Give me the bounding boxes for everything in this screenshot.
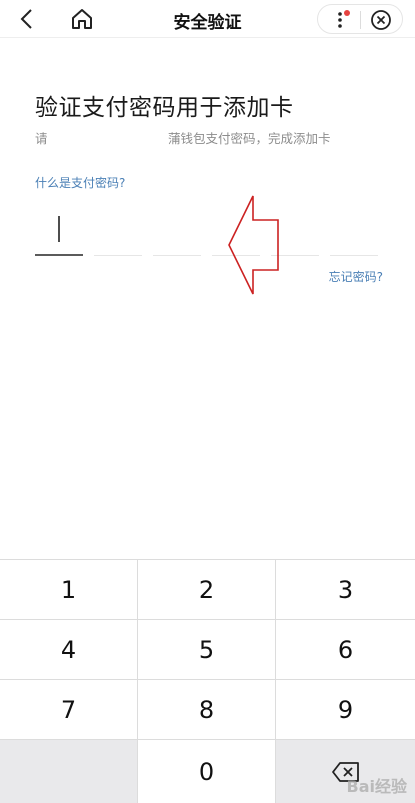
more-button[interactable] xyxy=(332,9,352,31)
key-4[interactable]: 4 xyxy=(0,620,138,680)
mini-program-capsule xyxy=(317,4,403,34)
text-cursor xyxy=(58,216,60,242)
subtitle-end: 蒲钱包支付密码，完成添加卡 xyxy=(168,131,331,146)
key-0[interactable]: 0 xyxy=(138,740,276,803)
key-8[interactable]: 8 xyxy=(138,680,276,740)
capsule-divider xyxy=(360,11,361,29)
key-6[interactable]: 6 xyxy=(276,620,415,680)
digit-underline xyxy=(35,254,83,256)
page: 安全验证 验证支付密码用于添加卡 请 蒲钱包支付密码，完成添加卡 什么是支付密码… xyxy=(0,0,415,803)
key-1[interactable]: 1 xyxy=(0,560,138,620)
key-3[interactable]: 3 xyxy=(276,560,415,620)
key-2[interactable]: 2 xyxy=(138,560,276,620)
forgot-password-link[interactable]: 忘记密码? xyxy=(329,268,383,285)
digit-underline xyxy=(153,255,201,256)
digit-underline xyxy=(94,255,142,256)
key-blank xyxy=(0,740,138,803)
more-vertical-icon xyxy=(338,10,350,28)
password-digit-3[interactable] xyxy=(153,206,201,256)
what-is-password-link[interactable]: 什么是支付密码? xyxy=(35,174,125,191)
key-7[interactable]: 7 xyxy=(0,680,138,740)
top-bar: 安全验证 xyxy=(0,0,415,38)
key-9[interactable]: 9 xyxy=(276,680,415,740)
key-5[interactable]: 5 xyxy=(138,620,276,680)
password-digit-1[interactable] xyxy=(35,206,83,256)
subtitle-start: 请 xyxy=(35,131,48,146)
heading: 验证支付密码用于添加卡 xyxy=(35,95,294,121)
password-digit-2[interactable] xyxy=(94,206,142,256)
watermark: Bai经验 xyxy=(346,777,407,796)
close-button[interactable] xyxy=(370,9,392,31)
password-digit-6[interactable] xyxy=(330,206,378,256)
numeric-keypad: 1 2 3 4 5 6 7 8 9 0 Bai经验 xyxy=(0,559,415,803)
annotation-arrow-icon xyxy=(228,195,279,295)
password-input[interactable] xyxy=(35,206,380,258)
close-circle-icon xyxy=(371,10,391,30)
digit-underline xyxy=(330,255,378,256)
notification-dot xyxy=(344,10,350,16)
